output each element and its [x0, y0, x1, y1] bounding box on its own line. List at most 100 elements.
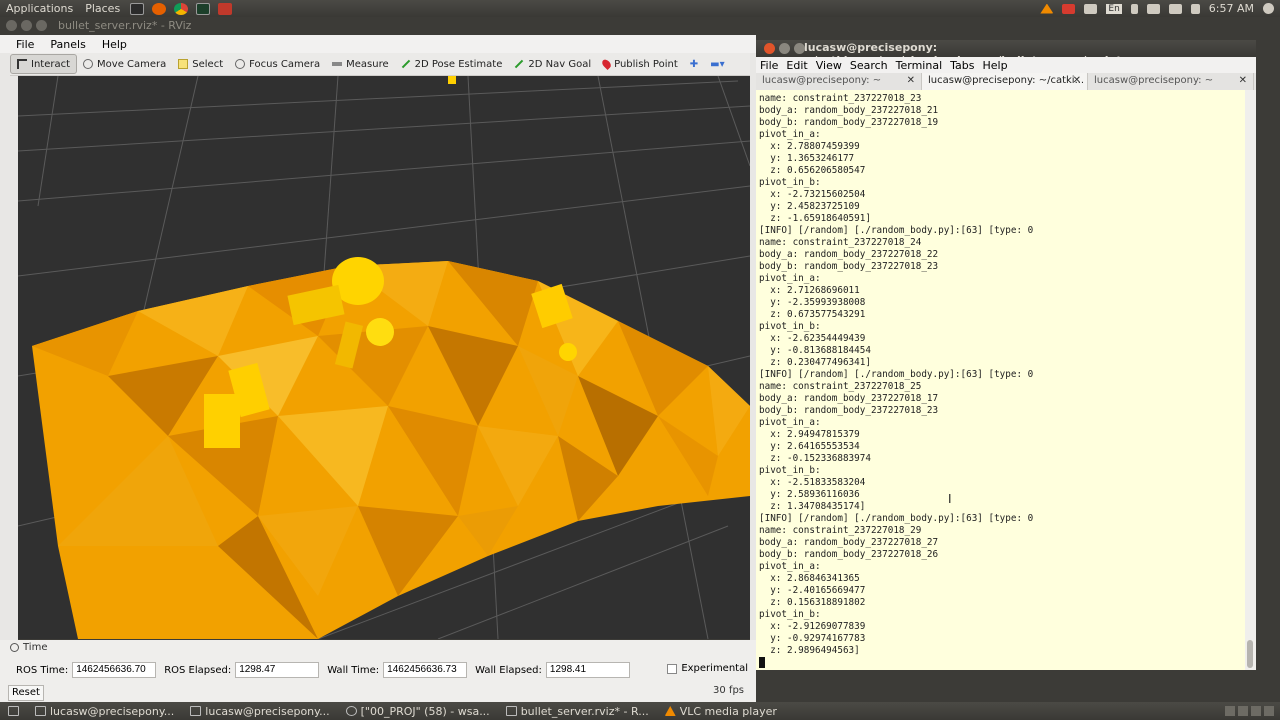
terminal-line: y: 2.64165553534	[759, 441, 860, 452]
terminal-launcher-icon[interactable]	[130, 2, 145, 15]
workspace-switcher[interactable]	[1225, 706, 1274, 716]
taskbar-item[interactable]: VLC media player	[657, 702, 785, 720]
terminal-menu-help[interactable]: Help	[983, 59, 1008, 72]
system-monitor-launcher-icon[interactable]	[196, 2, 211, 15]
close-icon[interactable]: ✕	[1239, 75, 1247, 86]
taskbar-item[interactable]: lucasw@precisepony...	[27, 702, 182, 720]
battery-icon[interactable]	[1168, 3, 1182, 14]
terminal-menu-search[interactable]: Search	[850, 59, 888, 72]
box-body[interactable]	[204, 394, 240, 448]
terminal-line: [INFO] [/random] [./random_body.py]:[63]…	[759, 513, 1034, 524]
image-viewer-launcher-icon[interactable]	[218, 2, 233, 15]
tool-measure[interactable]: Measure	[326, 54, 395, 74]
terminal-menu-terminal[interactable]: Terminal	[896, 59, 943, 72]
close-icon[interactable]	[6, 20, 17, 31]
tool-label: 2D Pose Estimate	[414, 58, 503, 70]
tab-label: lucasw@precisepony: ~	[762, 75, 882, 86]
terminal-line: y: -0.92974167783	[759, 633, 866, 644]
chrome-launcher-icon[interactable]	[174, 2, 189, 15]
rviz-menu-panels[interactable]: Panels	[50, 38, 85, 51]
wall-elapsed-field[interactable]: 1298.41	[545, 662, 630, 678]
wifi-icon[interactable]	[1084, 3, 1098, 14]
terminal-menu-view[interactable]: View	[816, 59, 842, 72]
bluetooth-icon[interactable]	[1130, 3, 1138, 14]
terminal-output[interactable]: name: constraint_237227018_23 body_a: ran…	[756, 90, 1256, 670]
terminal-titlebar[interactable]: lucasw@precisepony: ~/catkin_ws/src/simp…	[756, 40, 1256, 67]
close-icon[interactable]: ✕	[1073, 75, 1081, 86]
terminal-line: [INFO] [/random] [./random_body.py]:[63]…	[759, 369, 1034, 380]
terminal-menu-file[interactable]: File	[760, 59, 778, 72]
workspace-4[interactable]	[1264, 706, 1274, 716]
minimize-icon[interactable]	[779, 43, 790, 54]
workspace-1[interactable]	[1225, 706, 1235, 716]
experimental-checkbox[interactable]	[667, 663, 678, 674]
terminal-menu-edit[interactable]: Edit	[786, 59, 807, 72]
tool-2d-pose-estimate[interactable]: 2D Pose Estimate	[395, 54, 509, 74]
tool-label: Move Camera	[97, 58, 167, 70]
keyboard-layout[interactable]: En	[1106, 3, 1122, 14]
sphere-body[interactable]	[559, 343, 577, 361]
show-desktop-button[interactable]	[0, 702, 27, 720]
experimental-toggle[interactable]: Experimental	[667, 663, 748, 674]
applications-menu[interactable]: Applications	[0, 2, 79, 15]
3d-scene[interactable]	[18, 76, 750, 639]
time-fields: ROS Time: 1462456636.70 ROS Elapsed: 129…	[16, 662, 630, 678]
places-menu[interactable]: Places	[79, 2, 126, 15]
reset-button[interactable]: Reset	[8, 685, 44, 701]
tool-2d-nav-goal[interactable]: 2D Nav Goal	[508, 54, 597, 74]
minimize-icon[interactable]	[21, 20, 32, 31]
workspace-2[interactable]	[1238, 706, 1248, 716]
ros-elapsed-field[interactable]: 1298.47	[235, 662, 320, 678]
tool-move-camera[interactable]: Move Camera	[77, 54, 172, 74]
move-icon	[83, 59, 94, 69]
rviz-menu-file[interactable]: File	[16, 38, 34, 51]
box-body[interactable]	[448, 76, 456, 84]
terminal-menu-tabs[interactable]: Tabs	[950, 59, 974, 72]
mail-icon[interactable]	[1146, 3, 1160, 14]
terminal-tab-2[interactable]: lucasw@precisepony: ~/catki... ✕	[922, 73, 1088, 90]
taskbar-item[interactable]: ["00_PROJ" (58) - wsa...	[338, 702, 498, 720]
terminal-line: body_b: random_body_237227018_19	[759, 117, 939, 128]
taskbar-item[interactable]: lucasw@precisepony...	[182, 702, 337, 720]
tool-interact[interactable]: Interact	[10, 54, 78, 74]
close-icon[interactable]: ✕	[907, 75, 915, 86]
workspace-3[interactable]	[1251, 706, 1261, 716]
scrollbar-thumb[interactable]	[1247, 640, 1253, 668]
firefox-launcher-icon[interactable]	[152, 2, 167, 15]
vlc-tray-icon[interactable]	[1040, 3, 1054, 14]
wall-elapsed-label: Wall Elapsed:	[475, 664, 542, 676]
terminal-line: x: -2.73215602504	[759, 189, 866, 200]
tool-focus-camera[interactable]: Focus Camera	[229, 54, 326, 74]
tab-label: lucasw@precisepony: ~/catki...	[928, 75, 1085, 86]
wall-time-field[interactable]: 1462456636.73	[383, 662, 468, 678]
maximize-icon[interactable]	[36, 20, 47, 31]
taskbar-item[interactable]: bullet_server.rviz* - R...	[498, 702, 657, 720]
rviz-titlebar[interactable]: bullet_server.rviz* - RViz	[0, 17, 756, 35]
terminal-tab-1[interactable]: lucasw@precisepony: ~ ✕	[756, 73, 922, 90]
ros-time-field[interactable]: 1462456636.70	[72, 662, 157, 678]
clock[interactable]: 6:57 AM	[1209, 2, 1254, 15]
tool-publish-point[interactable]: Publish Point	[597, 54, 684, 74]
remove-tool-button[interactable]: ▬▾	[704, 54, 730, 74]
terminal-tab-3[interactable]: lucasw@precisepony: ~ ✕	[1088, 73, 1254, 90]
rviz-3d-viewport[interactable]	[18, 76, 750, 639]
terminal-menubar: File Edit View Search Terminal Tabs Help	[756, 57, 1256, 73]
gear-icon[interactable]	[1263, 3, 1274, 14]
close-icon[interactable]	[764, 43, 775, 54]
sphere-body[interactable]	[366, 318, 394, 346]
clock-icon	[10, 643, 19, 652]
rviz-window-title: bullet_server.rviz* - RViz	[58, 19, 192, 32]
rviz-window-buttons	[6, 20, 47, 31]
terminal-line: name: constraint_237227018_25	[759, 381, 922, 392]
volume-icon[interactable]	[1190, 3, 1200, 14]
system-tray: En 6:57 AM	[1040, 0, 1274, 17]
rviz-left-dock-strip	[0, 53, 18, 640]
terminal-scrollbar[interactable]	[1245, 90, 1256, 670]
terminal-line: x: 2.78807459399	[759, 141, 860, 152]
ros-elapsed-label: ROS Elapsed:	[164, 664, 232, 676]
rviz-menu-help[interactable]: Help	[102, 38, 127, 51]
add-tool-button[interactable]: ✚	[684, 54, 704, 74]
red-app-tray-icon[interactable]	[1062, 3, 1076, 14]
terminal-line: pivot_in_b:	[759, 321, 821, 332]
tool-select[interactable]: Select	[172, 54, 229, 74]
